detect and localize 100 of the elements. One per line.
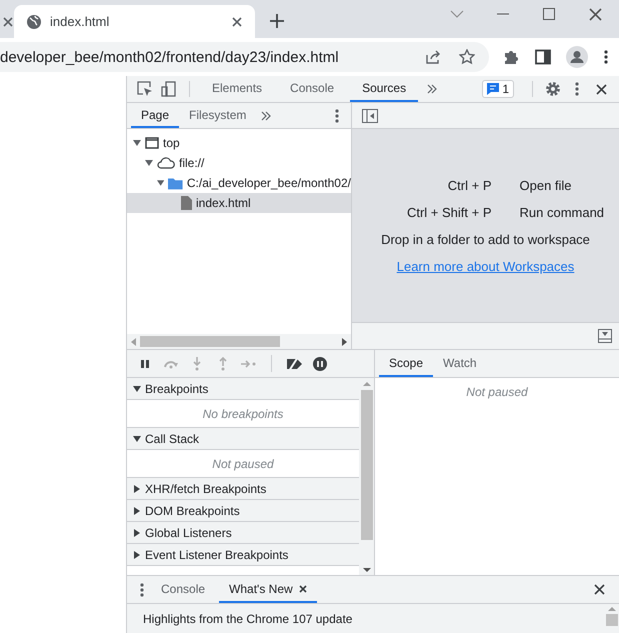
tree-item-label: top <box>163 136 180 150</box>
panel-tab[interactable]: Console <box>278 76 346 102</box>
section-header[interactable]: Event Listener Breakpoints <box>127 544 359 566</box>
scroll-left-icon <box>131 338 136 346</box>
section-header[interactable]: Call Stack <box>127 428 359 450</box>
bookmark-button[interactable] <box>457 47 477 67</box>
message-icon <box>487 83 500 95</box>
expanded-arrow-icon[interactable] <box>157 179 164 187</box>
expanded-arrow-icon[interactable] <box>145 159 153 167</box>
more-tabs-icon[interactable] <box>427 84 438 94</box>
avatar-icon <box>566 46 588 68</box>
collapsed-arrow-icon[interactable] <box>133 506 141 514</box>
tree-item[interactable]: file:// <box>127 153 351 173</box>
expanded-arrow-icon[interactable] <box>133 434 141 442</box>
minimize-icon <box>497 13 509 15</box>
chevron-down-icon <box>450 10 464 18</box>
address-field[interactable]: developer_bee/month02/frontend/day23/index.html <box>0 42 489 72</box>
navigator-tab[interactable]: Filesystem <box>179 103 256 128</box>
right-arrow-icon <box>241 358 257 368</box>
section-title: DOM Breakpoints <box>145 504 240 518</box>
section-header[interactable]: XHR/fetch Breakpoints <box>127 478 359 500</box>
up-arrow-icon <box>218 356 228 370</box>
pause-icon <box>140 358 150 368</box>
tree-item[interactable]: C:/ai_developer_bee/month02/ <box>127 173 351 193</box>
browser-tab[interactable]: index.html <box>14 5 255 38</box>
whats-new-headline: Highlights from the Chrome 107 update <box>142 611 354 628</box>
tab-title: index.html <box>50 14 110 29</box>
panel-toggle-icon <box>598 329 612 343</box>
cursor-icon <box>137 81 153 97</box>
tree-item-label: index.html <box>196 196 251 210</box>
close-icon <box>3 16 13 26</box>
shortcut-keys: Ctrl + P <box>406 178 492 192</box>
section-header[interactable]: Breakpoints <box>127 378 359 400</box>
folder-icon <box>168 176 183 190</box>
puzzle-icon <box>503 49 519 65</box>
pause-circle-icon <box>313 356 327 370</box>
star-icon <box>459 49 475 65</box>
collapsed-arrow-icon[interactable] <box>133 484 141 492</box>
section-title: XHR/fetch Breakpoints <box>145 482 266 496</box>
more-icon[interactable] <box>575 82 579 96</box>
collapsed-arrow-icon[interactable] <box>133 550 141 558</box>
drawer-tab[interactable]: Console <box>151 576 216 603</box>
close-icon <box>596 84 606 94</box>
down-arrow-icon <box>192 356 202 370</box>
scroll-right-icon <box>342 338 347 346</box>
toggle-debugger-button[interactable] <box>595 326 615 346</box>
maximize-icon <box>543 8 555 20</box>
section-title: Event Listener Breakpoints <box>145 548 288 562</box>
navigator-tab[interactable]: Page <box>131 103 180 128</box>
share-icon <box>425 49 441 65</box>
shortcut-action: Open file <box>520 178 573 192</box>
scrollbar-thumb[interactable] <box>606 614 618 626</box>
close-icon <box>594 584 604 595</box>
section-header[interactable]: Global Listeners <box>127 522 359 544</box>
close-tab-button[interactable] <box>2 16 14 28</box>
frame-icon <box>145 137 159 149</box>
globe-icon <box>26 14 42 30</box>
tree-item[interactable]: index.html <box>127 193 351 213</box>
side-panel-button[interactable] <box>533 47 553 67</box>
scroll-down-icon <box>362 565 370 575</box>
more-icon[interactable] <box>140 582 144 596</box>
scrollbar-thumb[interactable] <box>360 390 372 540</box>
sidebar-toggle-icon <box>362 109 378 123</box>
breakpoint-off-icon <box>285 358 303 370</box>
sidebar-tab[interactable]: Watch <box>433 350 487 377</box>
cloud-icon <box>157 157 175 169</box>
section-title: Call Stack <box>145 432 200 446</box>
scrollbar-thumb[interactable] <box>140 336 280 347</box>
url-text: developer_bee/month02/frontend/day23/index.html <box>0 48 340 66</box>
collapsed-arrow-icon[interactable] <box>133 528 141 536</box>
device-icon <box>161 81 177 97</box>
section-title: Breakpoints <box>145 382 208 396</box>
tree-item[interactable]: top <box>127 133 351 153</box>
close-icon <box>232 16 242 26</box>
section-title: Global Listeners <box>145 526 232 540</box>
panel-tab[interactable]: Elements <box>200 76 274 102</box>
file-icon <box>181 196 192 210</box>
tree-item-label: C:/ai_developer_bee/month02/ <box>186 176 351 190</box>
close-icon <box>588 8 602 20</box>
section-header[interactable]: DOM Breakpoints <box>127 500 359 522</box>
close-icon <box>298 584 307 592</box>
close-tab-button[interactable] <box>231 16 243 28</box>
sidebar-tab[interactable]: Scope <box>379 350 434 377</box>
scope-message: Not paused <box>465 384 529 401</box>
tree-item-label: file:// <box>179 156 204 170</box>
profile-button[interactable] <box>565 45 589 69</box>
scroll-up-icon <box>608 604 616 614</box>
settings-icon <box>545 81 561 97</box>
more-icon[interactable] <box>604 50 608 64</box>
issues-badge[interactable]: 1 <box>482 80 514 98</box>
expanded-arrow-icon[interactable] <box>133 384 141 392</box>
drop-hint: Drop in a folder to add to workspace <box>381 232 590 246</box>
step-over-icon <box>163 358 179 368</box>
shortcut-keys: Ctrl + Shift + P <box>406 204 492 220</box>
more-icon[interactable] <box>335 109 339 123</box>
expanded-arrow-icon[interactable] <box>133 139 141 147</box>
plus-icon <box>270 14 284 28</box>
shortcut-action: Run command <box>520 204 604 220</box>
side-panel-icon <box>535 49 551 65</box>
more-tabs-icon[interactable] <box>261 111 272 121</box>
